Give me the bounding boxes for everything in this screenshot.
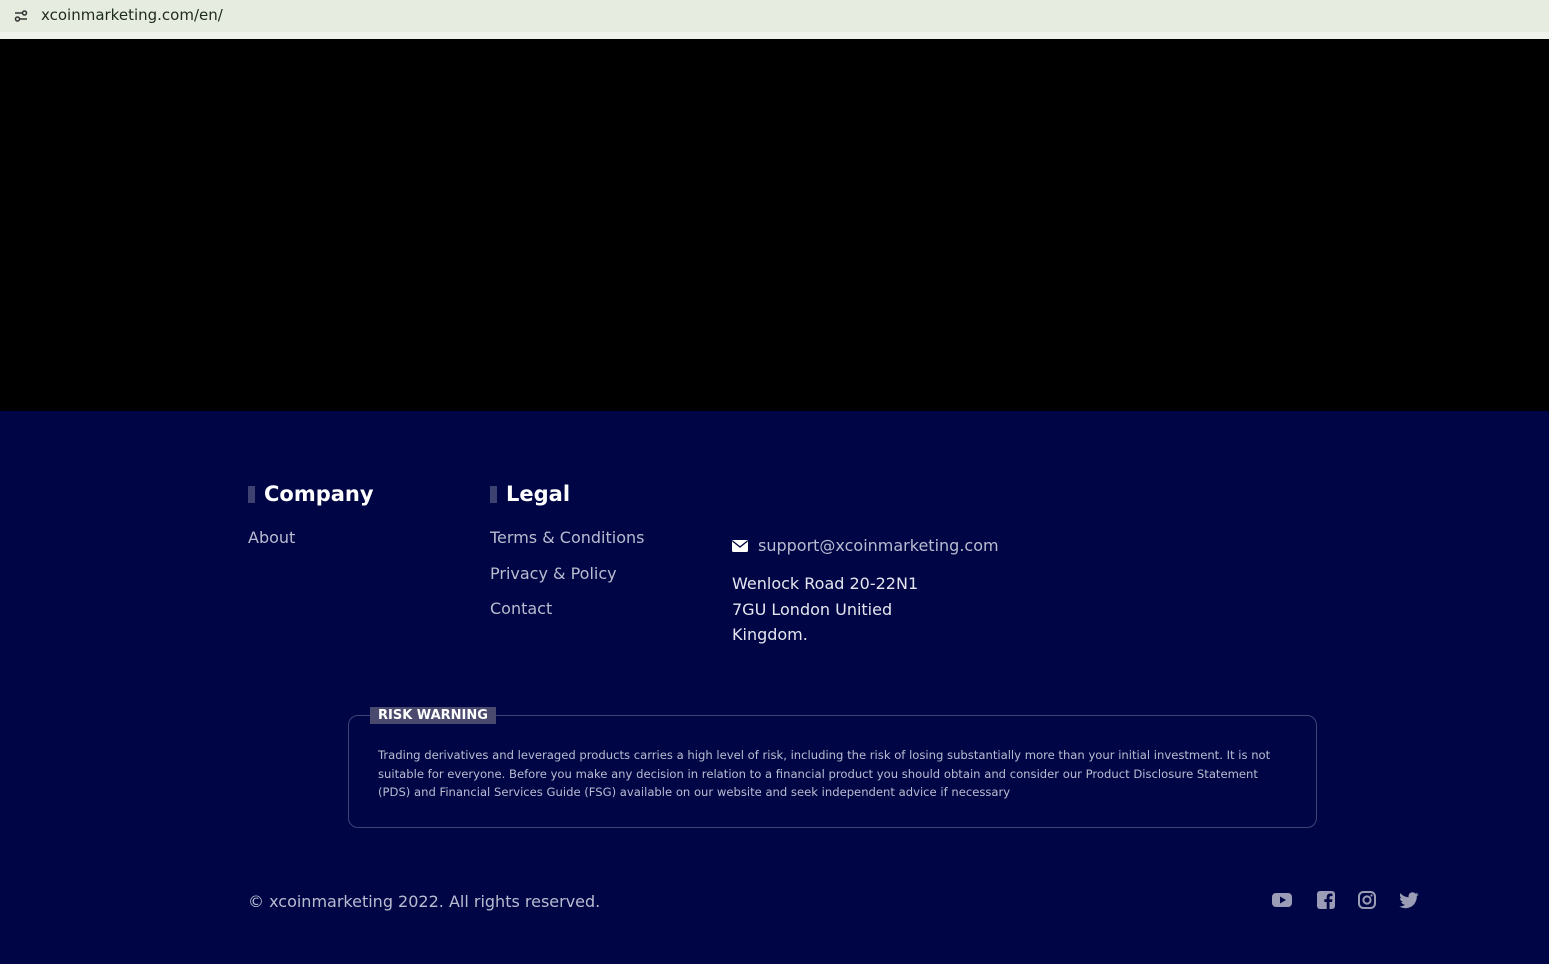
footer-link-about[interactable]: About bbox=[248, 528, 295, 547]
contact-email[interactable]: support@xcoinmarketing.com bbox=[732, 536, 999, 555]
heading-accent-bar bbox=[490, 485, 497, 503]
address-line: Wenlock Road 20-22N1 bbox=[732, 574, 919, 593]
risk-warning-label: RISK WARNING bbox=[370, 707, 496, 724]
envelope-icon bbox=[732, 539, 748, 552]
footer-link-privacy[interactable]: Privacy & Policy bbox=[490, 564, 617, 583]
heading-accent-bar bbox=[248, 485, 255, 503]
contact-email-text[interactable]: support@xcoinmarketing.com bbox=[758, 536, 999, 555]
legal-heading-text: Legal bbox=[506, 482, 571, 506]
instagram-icon[interactable] bbox=[1357, 891, 1377, 909]
url-text[interactable]: xcoinmarketing.com/en/ bbox=[41, 6, 223, 24]
copyright-text: © xcoinmarketing 2022. All rights reserv… bbox=[248, 892, 601, 911]
facebook-icon[interactable] bbox=[1316, 891, 1336, 909]
company-heading: Company bbox=[248, 482, 374, 506]
browser-divider bbox=[0, 32, 1549, 39]
twitter-icon[interactable] bbox=[1399, 891, 1419, 909]
company-heading-text: Company bbox=[264, 482, 374, 506]
hero-section bbox=[0, 39, 1549, 411]
address-line: Kingdom. bbox=[732, 625, 808, 644]
browser-address-bar: xcoinmarketing.com/en/ bbox=[0, 0, 1549, 32]
contact-address: Wenlock Road 20-22N1 7GU London Unitied … bbox=[732, 571, 952, 648]
youtube-icon[interactable] bbox=[1272, 891, 1292, 909]
address-line: 7GU London Unitied bbox=[732, 599, 893, 619]
footer bbox=[0, 411, 1549, 964]
footer-link-terms[interactable]: Terms & Conditions bbox=[490, 528, 644, 547]
footer-link-contact[interactable]: Contact bbox=[490, 599, 552, 618]
risk-warning-text: Trading derivatives and leveraged produc… bbox=[378, 748, 1271, 799]
site-settings-icon[interactable] bbox=[13, 8, 29, 24]
legal-heading: Legal bbox=[490, 482, 570, 506]
